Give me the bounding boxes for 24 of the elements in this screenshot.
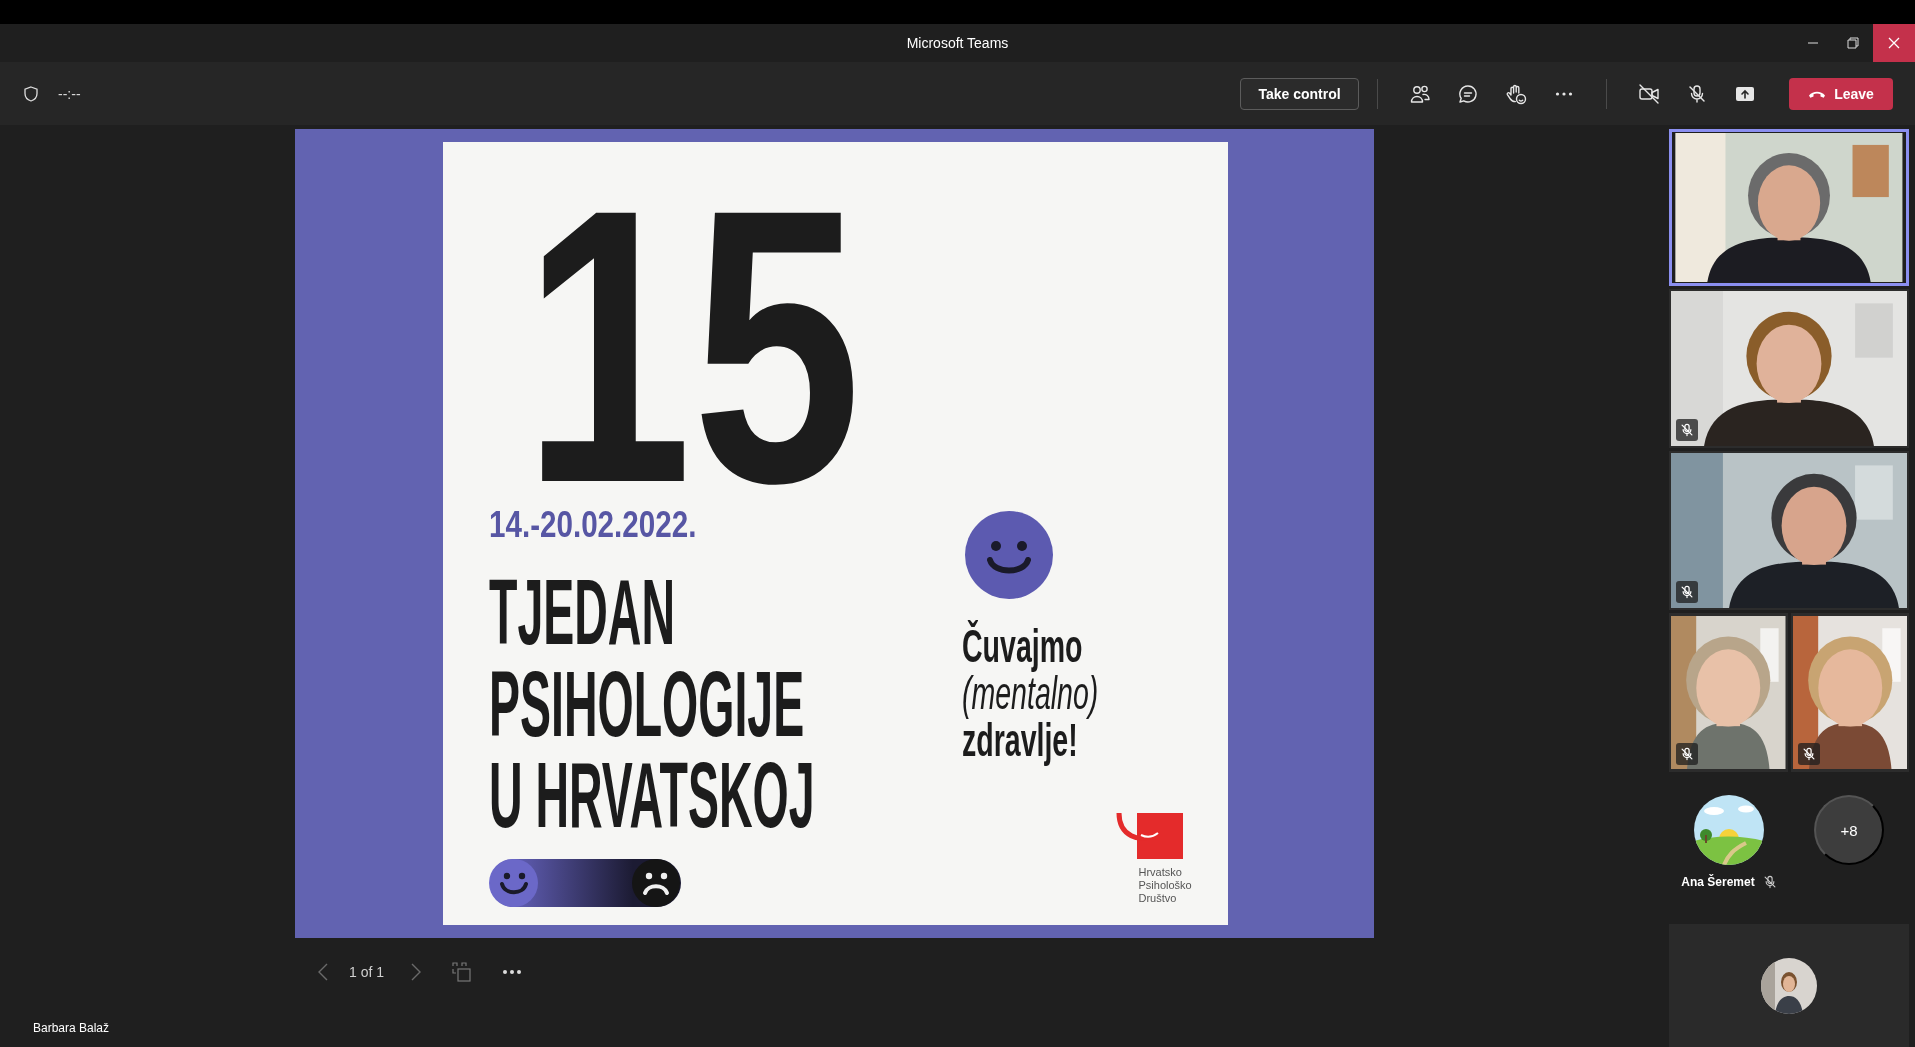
logo-text: Hrvatsko xyxy=(1138,867,1182,878)
close-icon[interactable] xyxy=(1888,37,1900,49)
poster-title: TJEDAN xyxy=(488,566,675,659)
poster-title: U HRVATSKOJ xyxy=(488,749,815,842)
logo-text: Društvo xyxy=(1138,893,1177,904)
take-control-button[interactable]: Take control xyxy=(1240,77,1359,110)
anniversary-number: 15 xyxy=(522,190,861,502)
chat-icon[interactable] xyxy=(1457,82,1479,105)
smiley-icon xyxy=(963,510,1054,600)
restore-icon[interactable] xyxy=(1847,37,1859,49)
event-date: 14.-20.02.2022. xyxy=(488,505,696,546)
presenter-name: Barbara Balaž xyxy=(33,1021,111,1035)
hand-icon[interactable] xyxy=(1505,82,1527,105)
logo-text: Psihološko xyxy=(1138,880,1192,891)
more-icon[interactable] xyxy=(502,969,523,975)
more-participants-button[interactable]: +8 xyxy=(1814,795,1884,865)
window-title: Microsoft Teams xyxy=(906,35,1009,51)
participant-name: Ana Šeremet xyxy=(1681,875,1755,889)
shield-icon xyxy=(24,85,38,102)
poster-title: PSIHOLOGIJE xyxy=(488,658,804,751)
slide-counter: 1 of 1 xyxy=(349,964,385,980)
call-timer: --:-- xyxy=(58,85,81,102)
leave-button[interactable]: Leave xyxy=(1789,77,1893,110)
camera-icon[interactable] xyxy=(1638,82,1660,105)
